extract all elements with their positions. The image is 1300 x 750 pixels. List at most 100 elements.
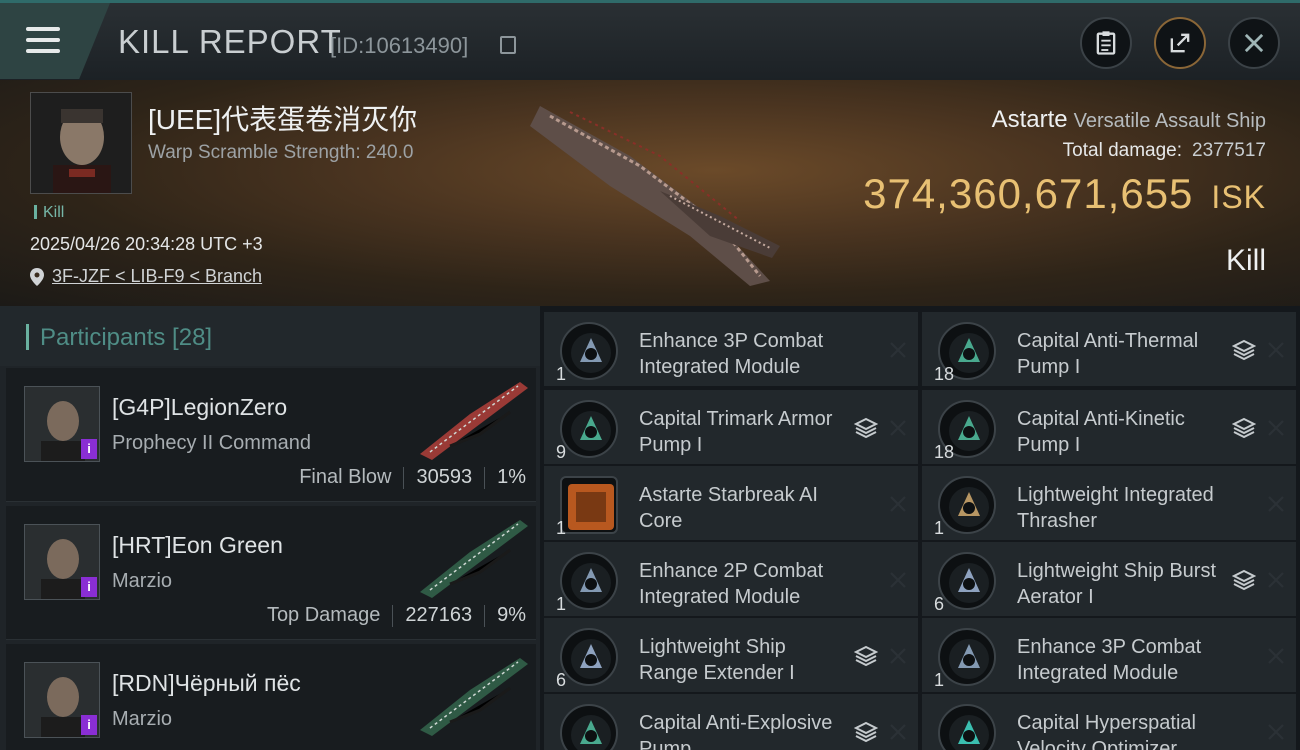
victim-ship: Astarte Versatile Assault Ship: [992, 106, 1266, 134]
ship-name: Astarte: [991, 106, 1068, 133]
participant-stats: Top Damage 227163 9%: [267, 604, 526, 627]
item-row[interactable]: 9 Capital Trimark Armor Pump I: [544, 390, 918, 464]
participant-damage: 227163: [405, 604, 473, 626]
participants-header: Participants [28]: [0, 306, 540, 366]
item-name: Astarte Starbreak AI Core: [639, 484, 818, 532]
participant-name[interactable]: [RDN]Чёрный пёс: [112, 670, 301, 697]
item-row[interactable]: 1 Enhance 3P Combat Integrated Module: [922, 618, 1296, 692]
participants-panel: Participants [28] i [G4P]LegionZero Prop…: [0, 306, 540, 750]
participant-percent: 1%: [497, 466, 526, 488]
item-name: Lightweight Ship Range Extender I: [639, 636, 795, 684]
top-bar: KILL REPORT [ID:10613490]: [0, 0, 1300, 80]
extender-icon: [560, 628, 618, 686]
stack-icon[interactable]: [1232, 416, 1256, 440]
warp-scramble-strength: Warp Scramble Strength: 240.0: [148, 142, 414, 163]
close-icon[interactable]: [1266, 418, 1286, 438]
stack-icon[interactable]: [854, 416, 878, 440]
participant-ship: Marzio: [112, 570, 173, 592]
armor-pump-icon: [560, 704, 618, 750]
participant-ship-image: [420, 382, 528, 460]
participant-card[interactable]: i [RDN]Чёрный пёс Marzio: [6, 644, 536, 750]
close-icon[interactable]: [888, 494, 908, 514]
item-name: Capital Hyperspatial Velocity Optimizer: [1017, 712, 1196, 750]
item-row[interactable]: 6 Lightweight Ship Burst Aerator I: [922, 542, 1296, 616]
item-quantity: 18: [934, 364, 955, 384]
kill-timestamp: 2025/04/26 20:34:28 UTC +3: [30, 234, 263, 254]
item-quantity: 18: [934, 442, 955, 462]
participant-ship: Marzio: [112, 708, 173, 730]
item-name: Capital Anti-Kinetic Pump I: [1017, 408, 1185, 456]
item-row[interactable]: 1 Enhance 3P Combat Integrated Module: [544, 312, 918, 386]
participant-name[interactable]: [HRT]Eon Green: [112, 532, 283, 559]
item-row[interactable]: Capital Anti-Explosive Pump: [544, 694, 918, 750]
item-name: Capital Anti-Explosive Pump: [639, 712, 833, 750]
info-badge-icon[interactable]: i: [81, 439, 97, 459]
info-badge-icon[interactable]: i: [81, 577, 97, 597]
clipboard-button[interactable]: [1080, 17, 1132, 69]
close-icon[interactable]: [888, 646, 908, 666]
close-button[interactable]: [1228, 17, 1280, 69]
close-icon[interactable]: [1266, 722, 1286, 742]
isk-value: 374,360,671,655 ISK: [863, 170, 1266, 218]
close-icon[interactable]: [888, 570, 908, 590]
item-row[interactable]: 6 Lightweight Ship Range Extender I: [544, 618, 918, 692]
participant-name[interactable]: [G4P]LegionZero: [112, 394, 287, 421]
participant-damage: 30593: [416, 466, 473, 488]
menu-button[interactable]: [0, 3, 110, 79]
page-title: KILL REPORT: [118, 23, 342, 60]
copy-icon[interactable]: [500, 36, 516, 54]
stack-icon[interactable]: [1232, 568, 1256, 592]
participant-ship: Prophecy II Command: [112, 432, 311, 454]
close-icon[interactable]: [1266, 494, 1286, 514]
total-damage-value: 2377517: [1192, 140, 1266, 161]
location-link[interactable]: 3F-JZF < LIB-F9 < Branch: [52, 266, 262, 287]
participant-percent: 9%: [497, 604, 526, 626]
aerator-icon: [938, 552, 996, 610]
victim-ship-image: [530, 106, 780, 286]
item-name: Lightweight Ship Burst Aerator I: [1017, 560, 1217, 608]
item-quantity: 1: [556, 594, 567, 614]
optimizer-icon: [938, 704, 996, 750]
item-name: Capital Trimark Armor Pump I: [639, 408, 833, 456]
close-icon: [1244, 33, 1264, 53]
close-icon[interactable]: [1266, 340, 1286, 360]
stack-icon[interactable]: [1232, 338, 1256, 362]
item-name: Capital Anti-Thermal Pump I: [1017, 330, 1199, 378]
item-quantity: 1: [556, 364, 567, 384]
result-label: Kill: [1225, 244, 1266, 277]
hamburger-icon: [26, 27, 60, 53]
item-row[interactable]: 18 Capital Anti-Kinetic Pump I: [922, 390, 1296, 464]
close-icon[interactable]: [888, 722, 908, 742]
item-name: Enhance 2P Combat Integrated Module: [639, 560, 824, 608]
participant-avatar[interactable]: i: [24, 524, 100, 600]
stack-icon[interactable]: [854, 644, 878, 668]
combat-module-icon: [560, 322, 618, 380]
participant-card[interactable]: i [HRT]Eon Green Marzio Top Damage 22716…: [6, 506, 536, 640]
participant-avatar[interactable]: i: [24, 386, 100, 462]
combat-module-icon: [560, 552, 618, 610]
victim-name: [UEE]代表蛋卷消灭你: [148, 104, 418, 135]
participant-ship-image: [420, 520, 528, 598]
ship-class: Versatile Assault Ship: [1073, 110, 1266, 132]
close-icon[interactable]: [1266, 646, 1286, 666]
clipboard-icon: [1096, 31, 1116, 55]
share-button[interactable]: [1154, 17, 1206, 69]
item-row[interactable]: Capital Hyperspatial Velocity Optimizer: [922, 694, 1296, 750]
participant-card[interactable]: i [G4P]LegionZero Prophecy II Command Fi…: [6, 368, 536, 502]
item-name: Lightweight Integrated Thrasher: [1017, 484, 1214, 532]
item-row[interactable]: 1 Enhance 2P Combat Integrated Module: [544, 542, 918, 616]
item-name: Enhance 3P Combat Integrated Module: [1017, 636, 1202, 684]
ai-core-icon: [560, 476, 618, 534]
kill-location[interactable]: 3F-JZF < LIB-F9 < Branch: [30, 266, 262, 287]
close-icon[interactable]: [888, 418, 908, 438]
participant-stats: Final Blow 30593 1%: [299, 466, 526, 489]
stack-icon[interactable]: [854, 720, 878, 744]
info-badge-icon[interactable]: i: [81, 715, 97, 735]
close-icon[interactable]: [1266, 570, 1286, 590]
participant-avatar[interactable]: i: [24, 662, 100, 738]
item-row[interactable]: 1 Astarte Starbreak AI Core: [544, 466, 918, 540]
item-row[interactable]: 18 Capital Anti-Thermal Pump I: [922, 312, 1296, 386]
item-row[interactable]: 1 Lightweight Integrated Thrasher: [922, 466, 1296, 540]
victim-portrait[interactable]: [30, 92, 132, 194]
close-icon[interactable]: [888, 340, 908, 360]
